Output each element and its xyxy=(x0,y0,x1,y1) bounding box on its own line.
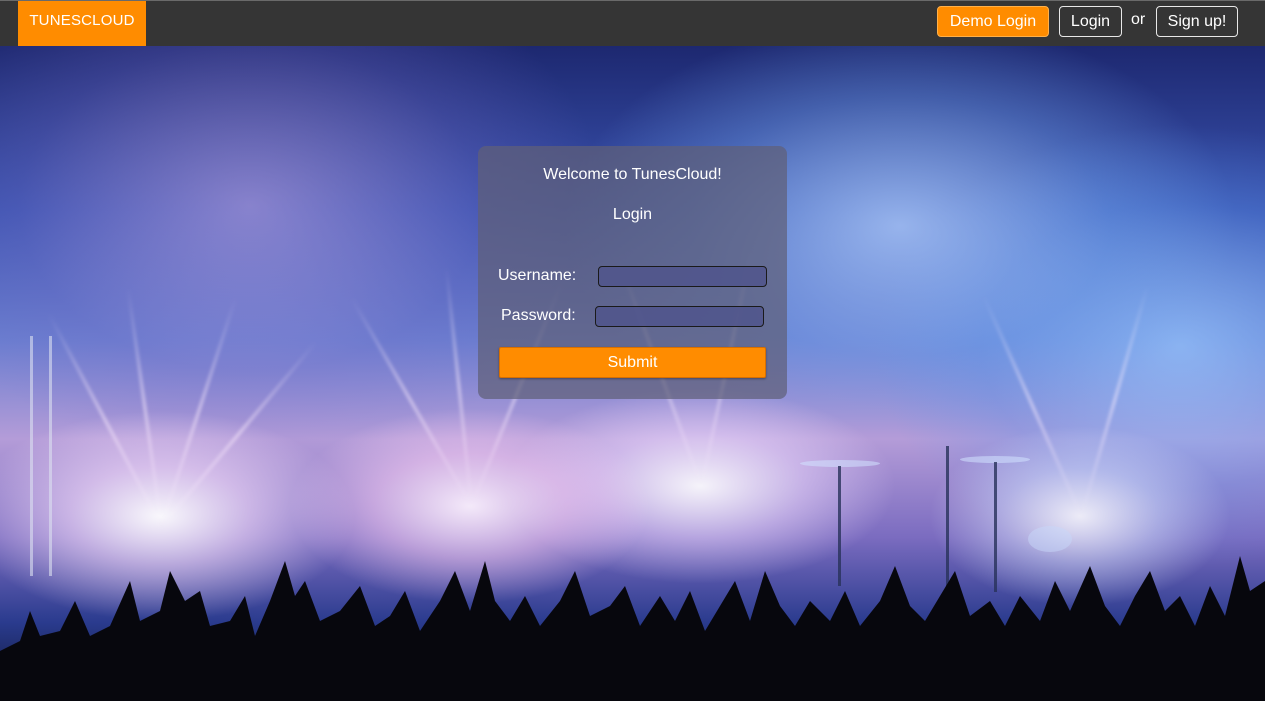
signup-button[interactable]: Sign up! xyxy=(1156,6,1238,37)
top-navbar: TUNESCLOUD Demo Login Login or Sign up! xyxy=(0,0,1265,46)
password-input[interactable] xyxy=(595,306,764,327)
demo-login-button[interactable]: Demo Login xyxy=(937,6,1049,37)
welcome-title: Welcome to TunesCloud! xyxy=(543,166,722,183)
username-label: Username: xyxy=(498,267,577,284)
stage-truss xyxy=(30,336,52,576)
crowd-silhouette xyxy=(0,556,1265,701)
login-card: Welcome to TunesCloud! Login Username: P… xyxy=(478,146,787,399)
password-label: Password: xyxy=(501,307,576,324)
page: TUNESCLOUD Demo Login Login or Sign up! … xyxy=(0,0,1265,701)
login-heading: Login xyxy=(612,206,653,223)
submit-button[interactable]: Submit xyxy=(499,347,766,378)
login-button[interactable]: Login xyxy=(1059,6,1122,37)
or-separator: or xyxy=(1131,11,1146,28)
brand-logo[interactable]: TUNESCLOUD xyxy=(18,1,146,46)
username-input[interactable] xyxy=(598,266,767,287)
